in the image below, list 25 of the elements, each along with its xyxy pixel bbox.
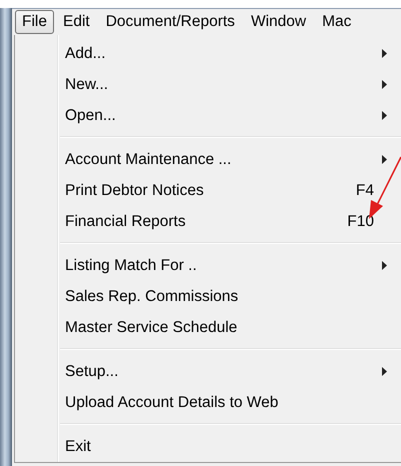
menu-item[interactable]: Open... bbox=[65, 106, 116, 124]
menu-bar-item[interactable]: Mac bbox=[315, 10, 358, 34]
menu-item[interactable]: Master Service Schedule bbox=[65, 318, 238, 336]
menu-item[interactable]: Listing Match For .. bbox=[65, 256, 197, 274]
submenu-arrow-icon bbox=[382, 155, 387, 164]
menu-item[interactable]: New... bbox=[65, 76, 108, 94]
submenu-arrow-icon bbox=[382, 49, 387, 58]
menu-bar-item[interactable]: Document/Reports bbox=[98, 10, 242, 34]
submenu-arrow-icon bbox=[382, 80, 387, 89]
shortcut-label: F4 bbox=[356, 182, 374, 200]
menu-item[interactable]: Setup... bbox=[65, 362, 118, 380]
menu-item[interactable]: Exit bbox=[65, 438, 91, 456]
submenu-arrow-icon bbox=[382, 111, 387, 120]
menu-item[interactable]: Print Debtor Notices bbox=[65, 182, 204, 200]
menu-bar-item[interactable]: Window bbox=[244, 10, 314, 34]
menu-item[interactable]: Financial Reports bbox=[65, 212, 186, 230]
menu-bar-item[interactable]: File bbox=[15, 10, 54, 34]
submenu-arrow-icon bbox=[382, 367, 387, 376]
menu-item[interactable]: Upload Account Details to Web bbox=[65, 394, 278, 412]
menu-item[interactable]: Add... bbox=[65, 44, 106, 62]
submenu-arrow-icon bbox=[382, 261, 387, 270]
menu-bar-item[interactable]: Edit bbox=[56, 10, 97, 34]
menu-item[interactable]: Sales Rep. Commissions bbox=[65, 288, 238, 306]
shortcut-label: F10 bbox=[347, 212, 374, 230]
menu-item[interactable]: Account Maintenance ... bbox=[65, 150, 232, 168]
